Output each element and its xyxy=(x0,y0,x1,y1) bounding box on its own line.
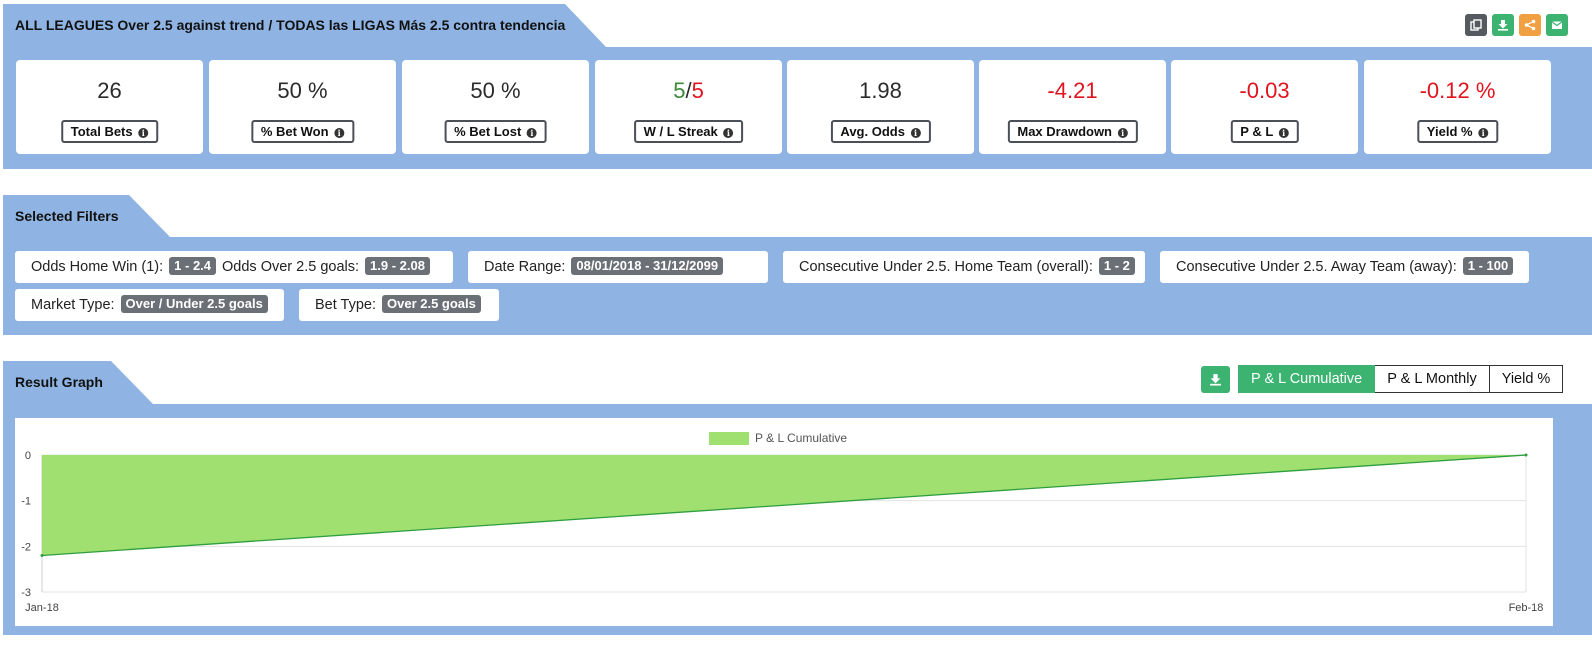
tab-pl-cumulative[interactable]: P & L Cumulative xyxy=(1238,365,1376,393)
download-button[interactable] xyxy=(1492,14,1514,36)
result-graph-title: Result Graph xyxy=(15,374,103,390)
bet-won-label[interactable]: % Bet Won i xyxy=(250,120,355,143)
strategy-title: ALL LEAGUES Over 2.5 against trend / TOD… xyxy=(15,17,566,33)
info-icon: i xyxy=(1478,128,1489,138)
filter-badge: Over 2.5 goals xyxy=(382,295,481,313)
filter-badge: 1.9 - 2.08 xyxy=(365,257,430,275)
tab-yield[interactable]: Yield % xyxy=(1489,365,1564,393)
share-button[interactable] xyxy=(1519,14,1541,36)
x-tick-label: Feb-18 xyxy=(1509,602,1544,614)
x-tick-label: Jan-18 xyxy=(25,602,59,614)
info-icon: i xyxy=(334,128,345,138)
filter-badge: 1 - 100 xyxy=(1462,257,1514,275)
filter-odds: Odds Home Win (1): 1 - 2.4 Odds Over 2.5 g… xyxy=(15,251,453,283)
total-bets-value: 26 xyxy=(97,78,122,103)
streak-label-text: W / L Streak xyxy=(643,124,718,139)
share-icon xyxy=(1524,19,1536,31)
bet-lost-card: 50 % % Bet Lost i xyxy=(402,60,589,154)
y-tick-label: 0 xyxy=(25,450,31,462)
info-icon: i xyxy=(1117,128,1128,138)
result-chart: 0 -1 -2 -3 Jan-18 Feb-18 P & L Cumulative xyxy=(15,418,1553,626)
avg-odds-label[interactable]: Avg. Odds i xyxy=(830,120,931,143)
avg-odds-label-text: Avg. Odds xyxy=(840,124,905,139)
filter-label: Consecutive Under 2.5. Home Team (overal… xyxy=(799,259,1093,275)
bet-lost-value: 50 % xyxy=(470,78,521,103)
email-icon xyxy=(1551,21,1563,29)
yield-label[interactable]: Yield % i xyxy=(1416,120,1499,143)
y-tick-label: -1 xyxy=(21,496,31,508)
data-point xyxy=(1524,453,1528,457)
max-drawdown-label[interactable]: Max Drawdown i xyxy=(1007,120,1138,143)
copy-icon xyxy=(1470,19,1482,31)
filters-tab: Selected Filters xyxy=(3,195,173,238)
legend-swatch xyxy=(709,432,749,445)
filter-market-type: Market Type: Over / Under 2.5 goals xyxy=(15,289,284,321)
strategy-title-tab: ALL LEAGUES Over 2.5 against trend / TOD… xyxy=(3,4,607,47)
filter-label: Odds Over 2.5 goals: xyxy=(222,259,360,275)
filter-away-under: Consecutive Under 2.5. Away Team (away):… xyxy=(1160,251,1529,283)
pl-label[interactable]: P & L i xyxy=(1230,120,1299,143)
filter-badge: 1 - 2 xyxy=(1098,257,1135,275)
yield-value: -0.12 % xyxy=(1419,78,1496,103)
streak-label[interactable]: W / L Streak i xyxy=(633,120,744,143)
email-button[interactable] xyxy=(1546,14,1568,36)
filter-bet-type: Bet Type: Over 2.5 goals xyxy=(299,289,499,321)
pl-label-text: P & L xyxy=(1240,124,1274,139)
filters-title: Selected Filters xyxy=(15,208,119,224)
graph-mode-tabs: P & L Cumulative P & L Monthly Yield % xyxy=(1238,365,1564,393)
pl-card: -0.03 P & L i xyxy=(1171,60,1358,154)
max-drawdown-label-text: Max Drawdown xyxy=(1017,124,1112,139)
filter-label: Market Type: xyxy=(31,297,115,313)
streak-card: 5/5 W / L Streak i xyxy=(595,60,782,154)
bet-won-value: 50 % xyxy=(277,78,328,103)
header-actions xyxy=(1465,14,1568,36)
download-icon xyxy=(1210,374,1221,386)
graph-download-button[interactable] xyxy=(1201,366,1230,393)
loss-streak: 5 xyxy=(691,78,704,103)
max-drawdown-card: -4.21 Max Drawdown i xyxy=(979,60,1166,154)
filter-home-under: Consecutive Under 2.5. Home Team (overal… xyxy=(783,251,1145,283)
avg-odds-value: 1.98 xyxy=(859,78,902,103)
filter-label: Bet Type: xyxy=(315,297,376,313)
total-bets-label-text: Total Bets xyxy=(70,124,133,139)
data-point xyxy=(40,553,44,557)
yield-label-text: Yield % xyxy=(1426,124,1473,139)
y-tick-label: -2 xyxy=(21,541,31,553)
filter-label: Consecutive Under 2.5. Away Team (away): xyxy=(1176,259,1457,275)
y-tick-label: -3 xyxy=(21,587,31,599)
copy-button[interactable] xyxy=(1465,14,1487,36)
filters-panel: Odds Home Win (1): 1 - 2.4 Odds Over 2.5 g… xyxy=(3,237,1592,335)
info-icon: i xyxy=(723,128,734,138)
info-icon: i xyxy=(526,128,537,138)
bet-won-card: 50 % % Bet Won i xyxy=(209,60,396,154)
download-icon xyxy=(1498,20,1508,31)
bet-lost-label[interactable]: % Bet Lost i xyxy=(444,120,547,143)
stats-panel: 26 Total Bets i 50 % % Bet Won i 50 % % … xyxy=(3,47,1592,169)
filter-badge: Over / Under 2.5 goals xyxy=(120,295,268,313)
max-drawdown-value: -4.21 xyxy=(1047,78,1098,103)
filter-badge: 08/01/2018 - 31/12/2099 xyxy=(571,257,724,275)
legend-label: P & L Cumulative xyxy=(755,431,847,445)
chart-svg: 0 -1 -2 -3 Jan-18 Feb-18 P & L Cumulative xyxy=(21,431,1544,614)
filter-label: Odds Home Win (1): xyxy=(31,259,164,275)
bet-lost-label-text: % Bet Lost xyxy=(454,124,522,139)
pl-value: -0.03 xyxy=(1239,78,1290,103)
yield-card: -0.12 % Yield % i xyxy=(1364,60,1551,154)
tab-pl-monthly[interactable]: P & L Monthly xyxy=(1375,365,1490,393)
filter-badge: 1 - 2.4 xyxy=(169,257,217,275)
streak-value: 5/5 xyxy=(595,78,782,104)
filter-label: Date Range: xyxy=(484,259,566,275)
info-icon: i xyxy=(910,128,921,138)
avg-odds-card: 1.98 Avg. Odds i xyxy=(787,60,974,154)
info-icon: i xyxy=(138,128,149,138)
win-streak: 5 xyxy=(673,78,686,103)
result-graph-tab: Result Graph xyxy=(3,361,155,404)
bet-won-label-text: % Bet Won xyxy=(260,124,329,139)
filter-date-range: Date Range: 08/01/2018 - 31/12/2099 xyxy=(468,251,768,283)
info-icon: i xyxy=(1278,128,1289,138)
total-bets-card: 26 Total Bets i xyxy=(16,60,203,154)
total-bets-label[interactable]: Total Bets i xyxy=(60,120,159,143)
